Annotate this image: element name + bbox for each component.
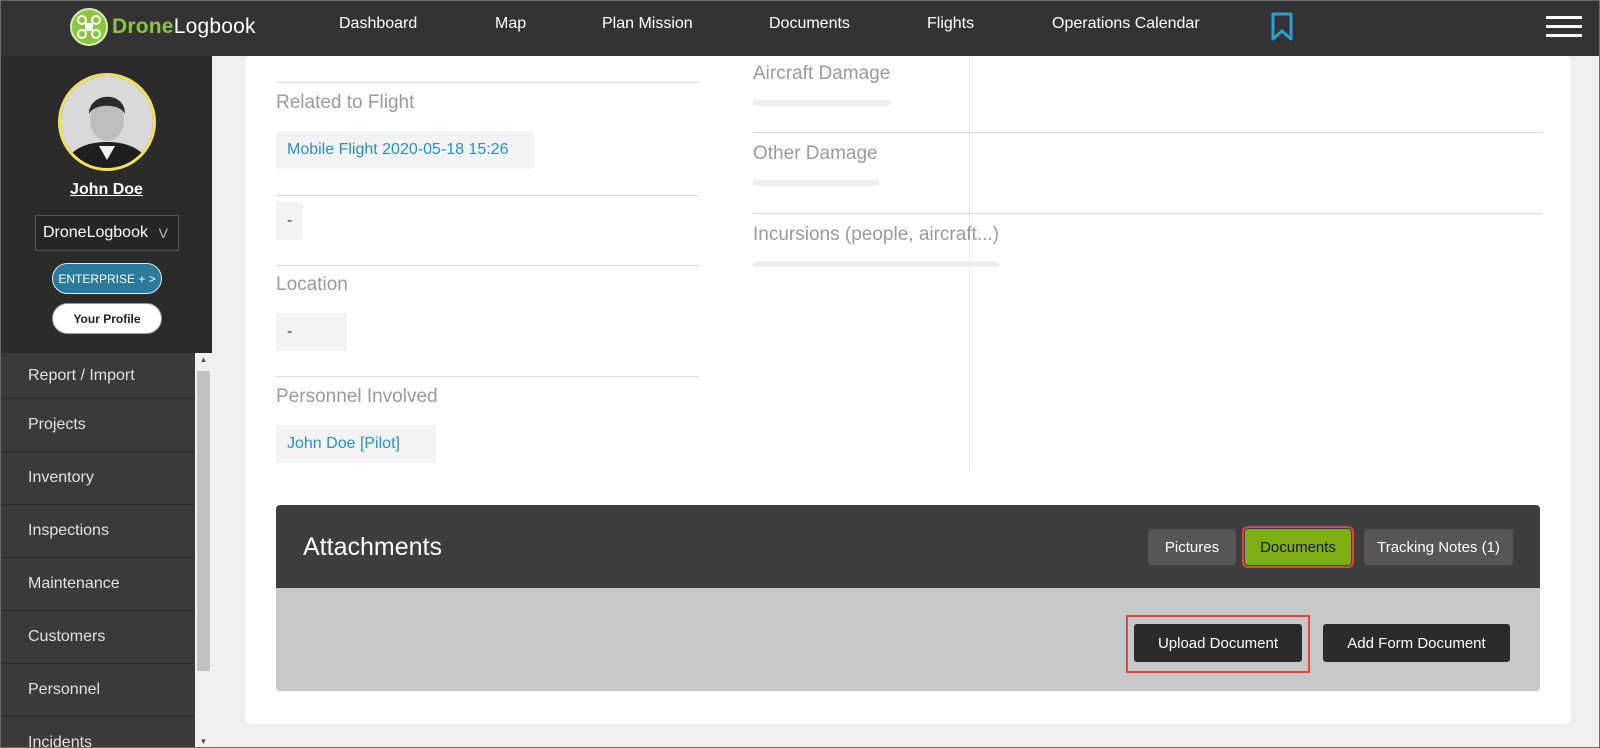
avatar[interactable] xyxy=(58,73,156,171)
sidebar-profile: John Doe DroneLogbook V ENTERPRISE + > Y… xyxy=(1,56,212,353)
scroll-up-icon[interactable]: ▲ xyxy=(195,353,212,367)
brand-name: DroneLogbook xyxy=(112,15,256,38)
sidebar-scrollbar[interactable]: ▲ ▼ xyxy=(195,353,212,747)
chevron-down-icon: V xyxy=(158,225,168,241)
sidebar-item-inspections[interactable]: Inspections xyxy=(1,505,195,558)
nav-map[interactable]: Map xyxy=(495,15,526,33)
aircraft-damage-value-placeholder xyxy=(753,100,891,106)
bookmark-icon[interactable] xyxy=(1270,12,1294,42)
sidebar-item-maintenance[interactable]: Maintenance xyxy=(1,558,195,611)
nav-documents[interactable]: Documents xyxy=(769,15,850,33)
sidebar-item-customers[interactable]: Customers xyxy=(1,611,195,664)
other-damage-label: Other Damage xyxy=(753,143,878,164)
brand-logo[interactable]: DroneLogbook xyxy=(70,7,256,47)
related-flight-label: Related to Flight xyxy=(276,92,415,113)
divider xyxy=(276,265,699,266)
incursions-label: Incursions (people, aircraft...) xyxy=(753,224,1000,245)
sidebar-menu: Report / Import Projects Inventory Inspe… xyxy=(1,353,195,747)
scroll-thumb[interactable] xyxy=(197,371,210,671)
location-value: - xyxy=(276,313,347,351)
nav-flights[interactable]: Flights xyxy=(927,15,974,33)
your-profile-button[interactable]: Your Profile xyxy=(52,303,162,334)
sidebar-item-inventory[interactable]: Inventory xyxy=(1,452,195,505)
divider xyxy=(276,376,699,377)
user-name-link[interactable]: John Doe xyxy=(1,181,212,199)
personnel-label: Personnel Involved xyxy=(276,386,438,407)
divider xyxy=(753,132,1542,133)
tab-documents[interactable]: Documents xyxy=(1242,526,1354,568)
upload-document-button[interactable]: Upload Document xyxy=(1134,624,1302,662)
divider xyxy=(753,213,1542,214)
other-damage-value-placeholder xyxy=(753,180,879,186)
add-form-document-button[interactable]: Add Form Document xyxy=(1323,624,1510,662)
organization-name: DroneLogbook xyxy=(43,224,148,241)
enterprise-plan-button[interactable]: ENTERPRISE + > xyxy=(52,263,162,294)
sidebar-item-incidents[interactable]: Incidents xyxy=(1,717,195,747)
tab-tracking-notes[interactable]: Tracking Notes (1) xyxy=(1364,529,1513,565)
aircraft-damage-label: Aircraft Damage xyxy=(753,63,891,84)
tab-pictures[interactable]: Pictures xyxy=(1148,529,1236,565)
divider xyxy=(276,195,699,196)
drone-logo-icon xyxy=(70,8,108,46)
hamburger-menu-icon[interactable] xyxy=(1546,16,1582,38)
divider xyxy=(276,82,699,83)
unnamed-field-value: - xyxy=(276,202,303,240)
attachments-body: Upload Document Add Form Document xyxy=(276,588,1540,691)
sidebar-item-personnel[interactable]: Personnel xyxy=(1,664,195,717)
nav-operations-calendar[interactable]: Operations Calendar xyxy=(1052,15,1200,33)
attachments-title: Attachments xyxy=(303,533,442,561)
app-window: DroneLogbook Dashboard Map Plan Mission … xyxy=(0,0,1600,748)
top-navbar: DroneLogbook Dashboard Map Plan Mission … xyxy=(1,1,1599,56)
related-flight-link[interactable]: Mobile Flight 2020-05-18 15:26 xyxy=(276,131,534,169)
organization-select[interactable]: DroneLogbook V xyxy=(35,215,179,251)
nav-dashboard[interactable]: Dashboard xyxy=(339,15,417,33)
sidebar-item-report-import[interactable]: Report / Import xyxy=(1,353,195,399)
attachments-panel: Attachments Pictures Documents Tracking … xyxy=(276,505,1540,691)
attachments-header: Attachments Pictures Documents Tracking … xyxy=(276,505,1540,588)
sidebar-item-projects[interactable]: Projects xyxy=(1,399,195,452)
scroll-down-icon[interactable]: ▼ xyxy=(195,735,212,747)
incursions-value-placeholder xyxy=(753,261,999,267)
nav-plan-mission[interactable]: Plan Mission xyxy=(602,15,693,33)
personnel-link[interactable]: John Doe [Pilot] xyxy=(276,425,436,463)
location-label: Location xyxy=(276,274,348,295)
